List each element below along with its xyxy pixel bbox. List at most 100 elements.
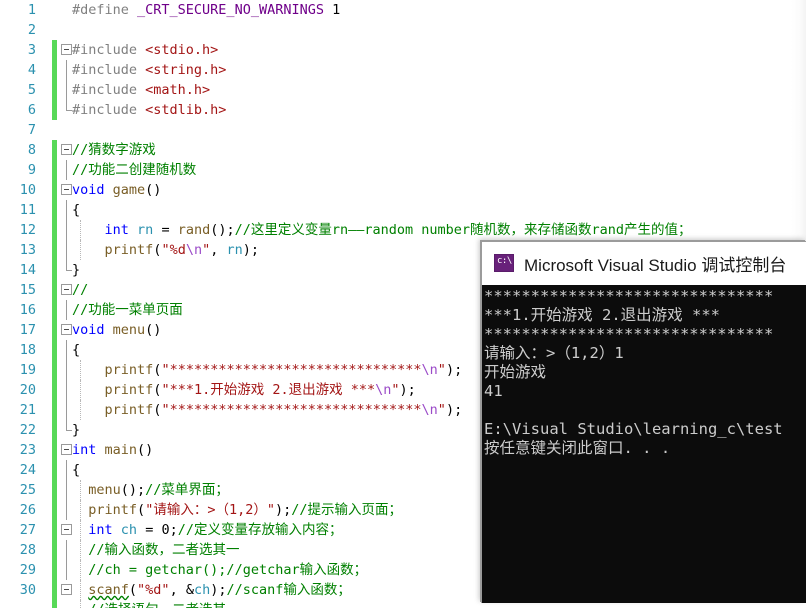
code-line[interactable]: 10 void game() [0, 180, 806, 200]
code-token-str: <string.h> [145, 62, 227, 78]
collapse-toggle-icon[interactable] [61, 44, 72, 55]
code-token-plain: () [137, 442, 154, 458]
line-number: 13 [19, 242, 36, 258]
console-output-line: 41 [484, 382, 503, 400]
code-text: int main() [72, 440, 153, 460]
code-line[interactable]: 5 #include <math.h> [0, 80, 806, 100]
line-number: 3 [27, 42, 36, 58]
line-number: 5 [27, 82, 36, 98]
code-line[interactable]: 12 int rn = rand();//这里定义变量rn——random nu… [0, 220, 806, 240]
collapse-toggle-icon[interactable] [61, 184, 72, 195]
code-line[interactable]: 4 #include <string.h> [0, 60, 806, 80]
line-number: 29 [19, 562, 36, 578]
change-indicator-bar [52, 580, 57, 600]
collapse-toggle-icon[interactable] [61, 324, 72, 335]
collapse-toggle-icon[interactable] [61, 284, 72, 295]
change-indicator-bar [52, 440, 57, 460]
change-indicator-bar [52, 140, 57, 160]
code-token-plain: , & [169, 582, 194, 598]
code-token-plain: } [72, 262, 81, 278]
code-line[interactable]: 11 { [0, 200, 806, 220]
code-token-plain: 1 [323, 2, 341, 18]
line-number: 22 [19, 422, 36, 438]
code-text: #include <math.h> [72, 80, 210, 100]
code-text: int rn = rand();//这里定义变量rn——random numbe… [72, 220, 692, 240]
code-token-cmt: // [72, 282, 89, 298]
outline-guide-line [66, 60, 67, 80]
outline-guide-line [66, 200, 67, 220]
debug-console-window[interactable]: Microsoft Visual Studio 调试控制台 **********… [481, 241, 806, 603]
collapse-toggle-icon[interactable] [61, 144, 72, 155]
code-line[interactable]: 7 [0, 120, 806, 140]
line-number: 9 [27, 162, 36, 178]
code-line[interactable]: 8 //猜数字游戏 [0, 140, 806, 160]
change-indicator-bar [52, 300, 57, 320]
code-token-plain: { [72, 342, 81, 358]
collapse-toggle-icon[interactable] [61, 584, 72, 595]
line-number: 12 [19, 222, 36, 238]
line-number: 24 [19, 462, 36, 478]
change-indicator-bar [52, 180, 57, 200]
change-indicator-bar [52, 340, 57, 360]
collapse-toggle-icon[interactable] [61, 524, 72, 535]
code-token-esc: \n [375, 382, 392, 398]
code-text: void menu() [72, 320, 161, 340]
code-token-plain: , [210, 242, 227, 258]
code-token-cmt: //输入函数，二者选其一 [88, 542, 240, 558]
code-token-str: "******************************* [161, 362, 422, 378]
code-token-func: menu [88, 482, 121, 498]
code-token-plain: ); [445, 402, 463, 418]
outline-guide-line [66, 460, 67, 480]
line-number: 17 [19, 322, 36, 338]
outline-guide-line [66, 360, 67, 380]
code-text: //功能一菜单页面 [72, 300, 183, 320]
change-indicator-bar [52, 480, 57, 500]
change-indicator-bar [52, 80, 57, 100]
outline-guide-line [66, 260, 72, 271]
line-number: 23 [19, 442, 36, 458]
code-token-cmt: //scanf输入函数； [226, 582, 351, 598]
line-number: 7 [27, 122, 36, 138]
line-number: 2 [27, 22, 36, 38]
console-titlebar[interactable]: Microsoft Visual Studio 调试控制台 [482, 242, 806, 285]
code-token-func: rand [177, 222, 211, 238]
code-text: void game() [72, 180, 161, 200]
code-token-func: printf [88, 502, 138, 518]
outline-guide-line [66, 380, 67, 400]
line-number: 4 [27, 62, 36, 78]
code-line[interactable]: 2 [0, 20, 806, 40]
console-output-line: ******************************* [484, 287, 774, 305]
code-token-cmt: //猜数字游戏 [72, 142, 156, 158]
code-line[interactable]: 9 //功能二创建随机数 [0, 160, 806, 180]
code-token-str: <math.h> [145, 82, 211, 98]
console-output-area[interactable]: ******************************* ***1.开始游戏… [482, 285, 806, 603]
code-text: { [72, 460, 80, 480]
code-token-type: rn [137, 222, 154, 238]
change-indicator-bar [52, 540, 57, 560]
change-indicator-bar [52, 400, 57, 420]
change-indicator-bar [52, 220, 57, 240]
code-text: } [72, 260, 80, 280]
collapse-toggle-icon[interactable] [61, 444, 72, 455]
line-number: 20 [19, 382, 36, 398]
code-line[interactable]: 6 #include <stdlib.h> [0, 100, 806, 120]
code-token-plain: ); [274, 502, 292, 518]
line-number: 8 [27, 142, 36, 158]
change-indicator-bar [52, 200, 57, 220]
console-output-line: E:\Visual Studio\learning_c\test [484, 420, 783, 438]
code-line[interactable]: 1 #define _CRT_SECURE_NO_WARNINGS 1 [0, 0, 806, 20]
outline-guide-line [66, 300, 67, 320]
code-token-plain: () [145, 182, 162, 198]
code-token-str: "%d" [137, 582, 170, 598]
code-line[interactable]: 3 #include <stdio.h> [0, 40, 806, 60]
code-token-str: " [437, 362, 446, 378]
code-token-str: "***1.开始游戏 2.退出游戏 *** [161, 382, 376, 398]
code-token-plain: ); [399, 382, 416, 398]
change-indicator-bar [52, 40, 57, 60]
